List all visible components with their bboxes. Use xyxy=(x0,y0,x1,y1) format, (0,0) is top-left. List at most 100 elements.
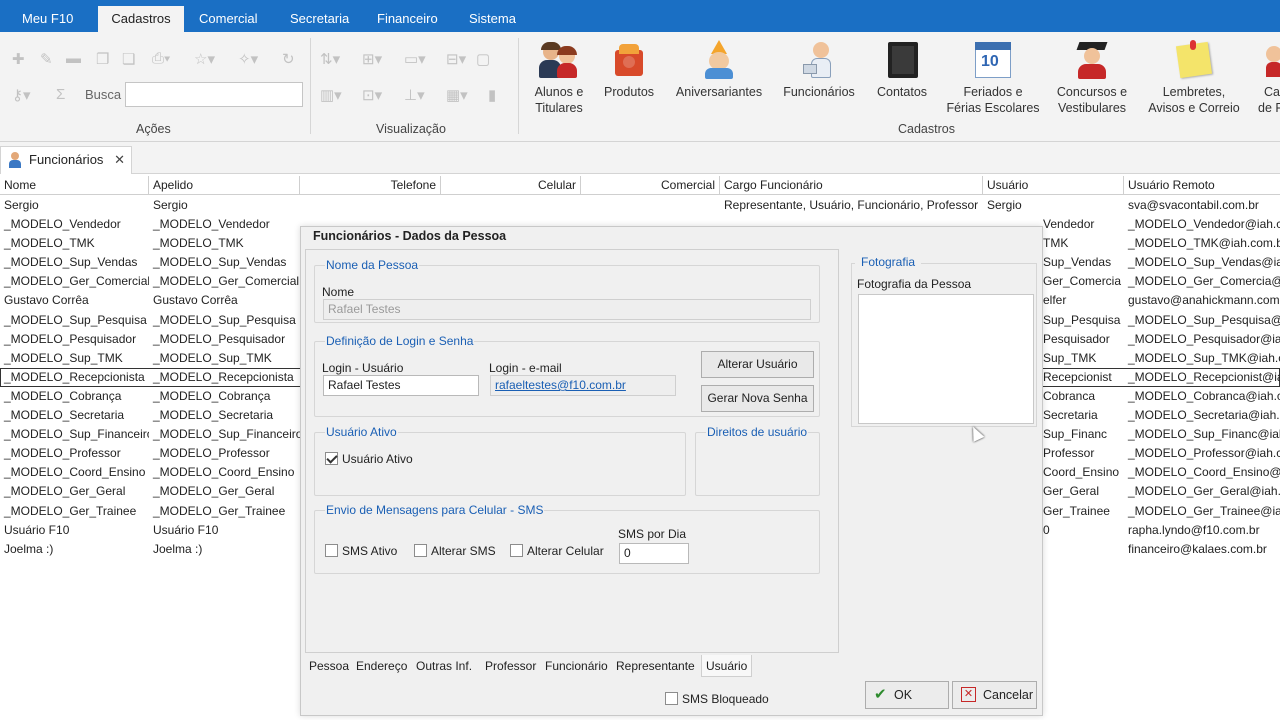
comment-icon[interactable]: ▢ xyxy=(476,50,490,68)
produtos-button[interactable]: Produtos xyxy=(598,40,660,100)
column-header-telefone[interactable]: Telefone xyxy=(300,176,441,195)
cell-remoto: _MODELO_Sup_Vendas@iah.com.br xyxy=(1128,255,1280,270)
refresh-icon[interactable]: ↻ xyxy=(282,50,295,68)
notes-icon xyxy=(1174,40,1214,80)
tab-usuario[interactable]: Usuário xyxy=(701,655,753,677)
columns-icon[interactable]: ▥▾ xyxy=(320,86,342,104)
print-icon[interactable]: ⎙▾ xyxy=(152,50,170,67)
concursos-button[interactable]: Concursos e Vestibulares xyxy=(1052,40,1132,116)
cell-apelido: _MODELO_Sup_Financeiro xyxy=(153,427,300,442)
tab-secretaria[interactable]: Secretaria xyxy=(278,6,361,32)
photo-area[interactable] xyxy=(858,294,1034,424)
sms-por-dia-field[interactable]: 0 xyxy=(619,543,689,564)
close-tab-icon[interactable]: ✕ xyxy=(114,147,125,173)
delete-icon[interactable]: ▬ xyxy=(66,50,81,67)
cell-nome: _MODELO_Ger_Comercial xyxy=(4,274,149,289)
cell-nome: _MODELO_Pesquisador xyxy=(4,331,137,346)
usuario-ativo-checkbox[interactable]: Usuário Ativo xyxy=(325,452,413,466)
edit-icon[interactable]: ✎ xyxy=(40,50,53,68)
cell-apelido: _MODELO_Ger_Comercial xyxy=(153,274,300,289)
doc-tab-funcionarios[interactable]: Funcionários ✕ xyxy=(0,146,132,174)
feriados-button[interactable]: 10 Feriados e Férias Escolares xyxy=(944,40,1042,116)
cell-apelido: _MODELO_Sup_Vendas xyxy=(153,255,287,270)
tab-pessoa[interactable]: Pessoa xyxy=(309,655,349,677)
cell-remoto: _MODELO_Sup_Pesquisa@iah.com.br xyxy=(1128,312,1280,327)
tab-sistema[interactable]: Sistema xyxy=(457,6,528,32)
tools-icon[interactable]: ✧▾ xyxy=(238,50,258,68)
tab-financeiro[interactable]: Financeiro xyxy=(365,6,450,32)
search-input[interactable] xyxy=(125,82,303,107)
alterar-sms-checkbox[interactable]: Alterar SMS xyxy=(414,544,496,558)
group-icon[interactable]: ⊞▾ xyxy=(362,50,382,68)
students-icon xyxy=(539,40,579,80)
group-label-visualizacao: Visualização xyxy=(376,122,446,136)
column-header-celular[interactable]: Celular xyxy=(441,176,581,195)
group-label-cadastros: Cadastros xyxy=(898,122,955,136)
alterar-celular-checkbox[interactable]: Alterar Celular xyxy=(510,544,604,558)
gerar-nova-senha-button[interactable]: Gerar Nova Senha xyxy=(701,385,814,412)
login-email-field[interactable]: rafaeltestes@f10.com.br xyxy=(490,375,676,396)
layout-icon[interactable]: ▭▾ xyxy=(404,50,426,68)
sort-icon[interactable]: ⇅▾ xyxy=(320,50,340,68)
aniversariantes-button[interactable]: Aniversariantes xyxy=(670,40,768,100)
more-cadastros-button[interactable]: Ca de F xyxy=(1256,40,1280,116)
alterar-usuario-button[interactable]: Alterar Usuário xyxy=(701,351,814,378)
tab-endereco[interactable]: Endereço xyxy=(356,655,407,677)
sms-ativo-checkbox[interactable]: SMS Ativo xyxy=(325,544,397,558)
lembretes-button[interactable]: Lembretes, Avisos e Correio xyxy=(1142,40,1246,116)
column-header-nome[interactable]: Nome xyxy=(0,176,149,195)
cell-nome: _MODELO_TMK xyxy=(4,236,95,251)
cell-usuario: Sergio xyxy=(987,198,1022,212)
chart-icon[interactable]: ▮ xyxy=(488,86,496,104)
paste-icon[interactable]: ❏ xyxy=(122,50,135,68)
cancelar-button[interactable]: ✕ Cancelar xyxy=(952,681,1037,709)
more-icon xyxy=(1266,40,1280,80)
cell-apelido: _MODELO_Sup_TMK xyxy=(153,350,272,365)
cell-remoto: gustavo@anahickmann.com.br xyxy=(1128,293,1280,308)
column-header-usuario[interactable]: Usuário xyxy=(983,176,1124,195)
cell-nome: _MODELO_Secretaria xyxy=(4,408,125,423)
key-icon[interactable]: ⚷▾ xyxy=(12,86,31,104)
favorite-icon[interactable]: ☆▾ xyxy=(194,50,215,68)
cell-apelido: _MODELO_Secretaria xyxy=(153,408,274,423)
cell-remoto: _MODELO_Sup_Financ@iah.com.br xyxy=(1128,427,1280,442)
column-header-apelido[interactable]: Apelido xyxy=(149,176,300,195)
column-header-comercial[interactable]: Comercial xyxy=(581,176,720,195)
column-header-cargo[interactable]: Cargo Funcionário xyxy=(720,176,983,195)
sms-bloqueado-checkbox[interactable]: SMS Bloqueado xyxy=(665,692,769,706)
cell-nome: Gustavo Corrêa xyxy=(4,293,89,308)
pin-icon[interactable]: ⊥▾ xyxy=(404,86,425,104)
table-row[interactable]: Sergio Sergio Representante, Usuário, Func… xyxy=(0,196,1280,215)
nome-field[interactable]: Rafael Testes xyxy=(323,299,811,320)
usuario-ativo-group: Usuário Ativo Usuário Ativo xyxy=(314,425,686,496)
tab-outras-inf[interactable]: Outras Inf. xyxy=(416,655,472,677)
login-email-label: Login - e-mail xyxy=(489,361,562,375)
grid-icon[interactable]: ▦▾ xyxy=(446,86,468,104)
cell-apelido: _MODELO_Ger_Geral xyxy=(153,484,275,499)
tab-professor[interactable]: Professor xyxy=(485,655,536,677)
alunos-titulares-button[interactable]: Alunos e Titulares xyxy=(528,40,590,116)
tab-funcionario[interactable]: Funcionário xyxy=(545,655,608,677)
tree-icon[interactable]: ⊟▾ xyxy=(446,50,466,68)
cell-nome: _MODELO_Professor xyxy=(4,446,121,461)
birthday-icon xyxy=(699,40,739,80)
cell-remoto: _MODELO_Ger_Trainee@iah.com.br xyxy=(1128,503,1280,518)
tab-cadastros[interactable]: Cadastros xyxy=(98,6,184,32)
sum-icon[interactable]: Σ xyxy=(56,86,65,103)
ok-button[interactable]: ✔ OK xyxy=(865,681,949,709)
cell-apelido: _MODELO_Coord_Ensino xyxy=(153,465,295,480)
cell-nome: _MODELO_Ger_Trainee xyxy=(4,503,137,518)
tab-representante[interactable]: Representante xyxy=(616,655,695,677)
cell-remoto: financeiro@kalaes.com.br xyxy=(1128,541,1267,556)
contatos-button[interactable]: Contatos xyxy=(870,40,934,100)
login-usuario-field[interactable]: Rafael Testes xyxy=(323,375,479,396)
column-header-usuario-remoto[interactable]: Usuário Remoto xyxy=(1124,176,1280,195)
filter-icon[interactable]: ⊡▾ xyxy=(362,86,382,104)
funcionarios-button[interactable]: Funcionários xyxy=(778,40,860,100)
tab-meu-f10[interactable]: Meu F10 xyxy=(10,6,85,32)
add-icon[interactable]: ✚ xyxy=(12,50,25,68)
ribbon-separator xyxy=(518,38,519,134)
document-tab-bar: Funcionários ✕ xyxy=(0,142,1280,174)
copy-icon[interactable]: ❐ xyxy=(96,50,109,68)
tab-comercial[interactable]: Comercial xyxy=(187,6,270,32)
